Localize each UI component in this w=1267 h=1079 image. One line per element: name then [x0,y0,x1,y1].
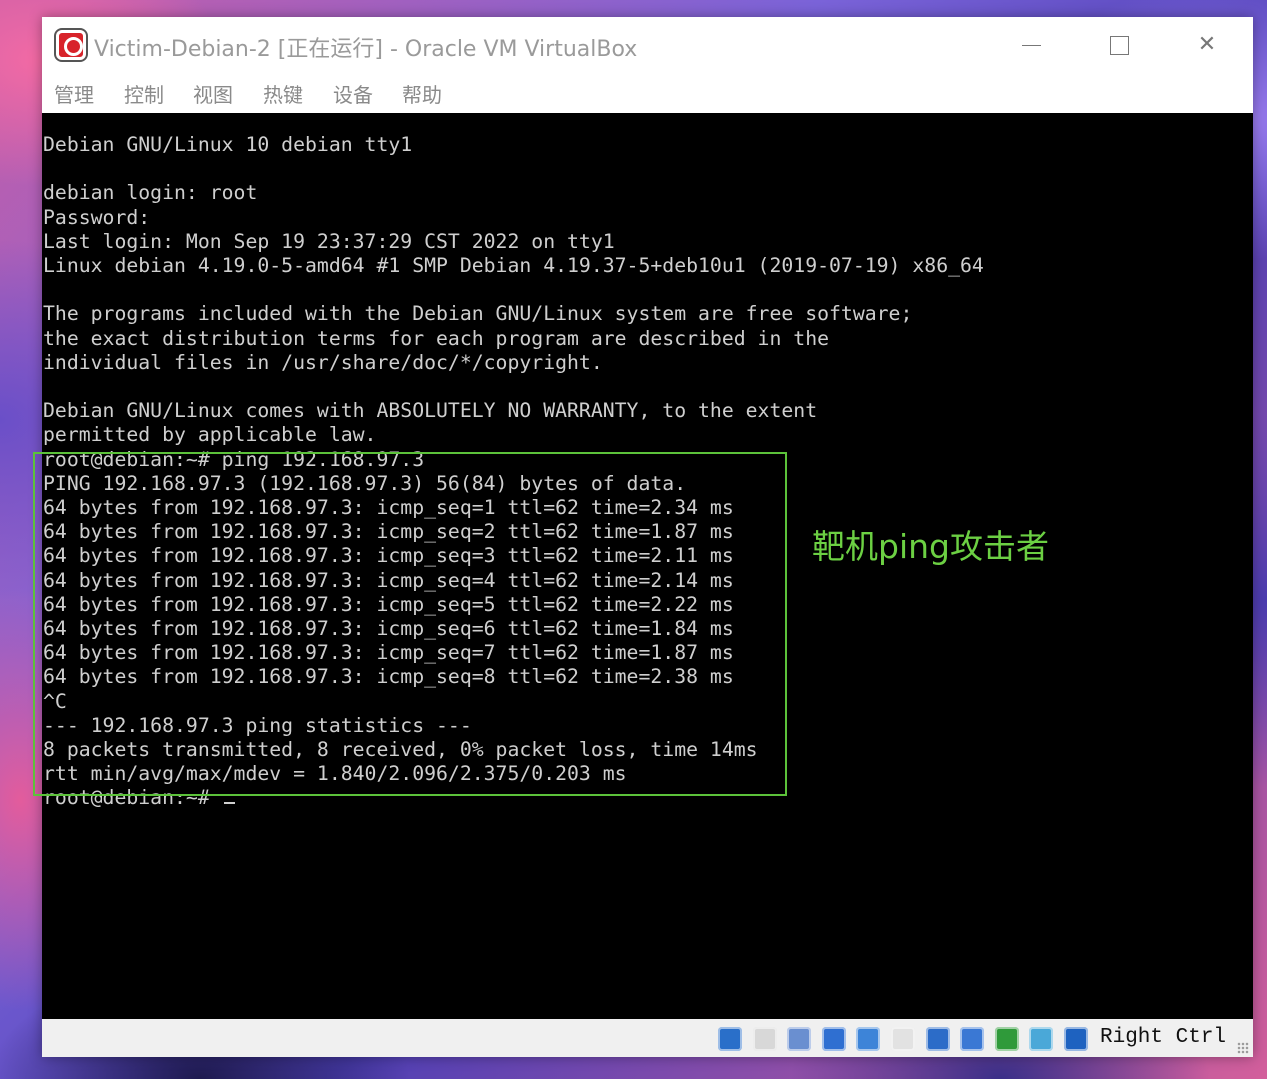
audio-icon[interactable] [787,1027,812,1051]
status-bar: Right Ctrl [42,1019,1253,1057]
terminal-line: The programs included with the Debian GN… [43,302,913,326]
mouse-integration-icon[interactable] [1029,1027,1054,1051]
window-title: Victim-Debian-2 [正在运行] - Oracle VM Virtu… [94,37,638,62]
usb-icon[interactable] [856,1027,881,1051]
minimize-button[interactable] [1011,27,1051,63]
shared-folders-icon[interactable] [891,1027,915,1051]
menu-control[interactable]: 控制 [124,79,164,108]
close-button[interactable]: ✕ [1187,27,1227,63]
maximize-button[interactable] [1099,27,1139,63]
minimize-icon [1022,45,1041,46]
annotation-label: 靶机ping攻击者 [812,527,1049,566]
terminal-line: Debian GNU/Linux comes with ABSOLUTELY N… [43,399,818,423]
menu-hotkeys[interactable]: 热键 [263,79,303,108]
terminal-line: Last login: Mon Sep 19 23:37:29 CST 2022… [43,229,615,253]
cpu-activity-icon[interactable] [994,1027,1019,1051]
optical-drive-icon[interactable] [752,1027,777,1051]
video-capture-icon[interactable] [960,1027,985,1051]
hard-disk-icon[interactable] [718,1027,742,1051]
menu-help[interactable]: 帮助 [402,79,442,108]
keyboard-capture-icon[interactable] [1064,1027,1088,1051]
terminal-line: individual files in /usr/share/doc/*/cop… [43,350,603,374]
display-icon[interactable] [925,1027,950,1051]
terminal-line: permitted by applicable law. [43,423,377,447]
vm-screen[interactable]: Debian GNU/Linux 10 debian tty1 debian l… [33,113,1253,1019]
title-bar[interactable]: Victim-Debian-2 [正在运行] - Oracle VM Virtu… [42,17,1253,73]
host-key-label: Right Ctrl [1100,1026,1227,1049]
terminal-line: Linux debian 4.19.0-5-amd64 #1 SMP Debia… [43,254,984,278]
virtualbox-icon [56,30,86,60]
terminal-line: Debian GNU/Linux 10 debian tty1 [43,133,413,156]
close-icon: ✕ [1197,32,1217,57]
network-icon[interactable] [821,1027,846,1051]
highlight-box [33,452,787,796]
terminal-line: debian login: root [43,181,258,205]
resize-grip-icon[interactable] [1237,1042,1249,1054]
text-cursor [223,802,235,805]
menu-manage[interactable]: 管理 [54,79,94,108]
terminal-line: Password: [43,205,151,229]
menu-bar: 管理 控制 视图 热键 设备 帮助 [42,73,1253,113]
terminal-line: the exact distribution terms for each pr… [43,326,830,350]
menu-view[interactable]: 视图 [193,79,233,108]
maximize-icon [1110,36,1129,55]
virtualbox-window: Victim-Debian-2 [正在运行] - Oracle VM Virtu… [33,17,1253,1057]
menu-devices[interactable]: 设备 [333,79,373,108]
